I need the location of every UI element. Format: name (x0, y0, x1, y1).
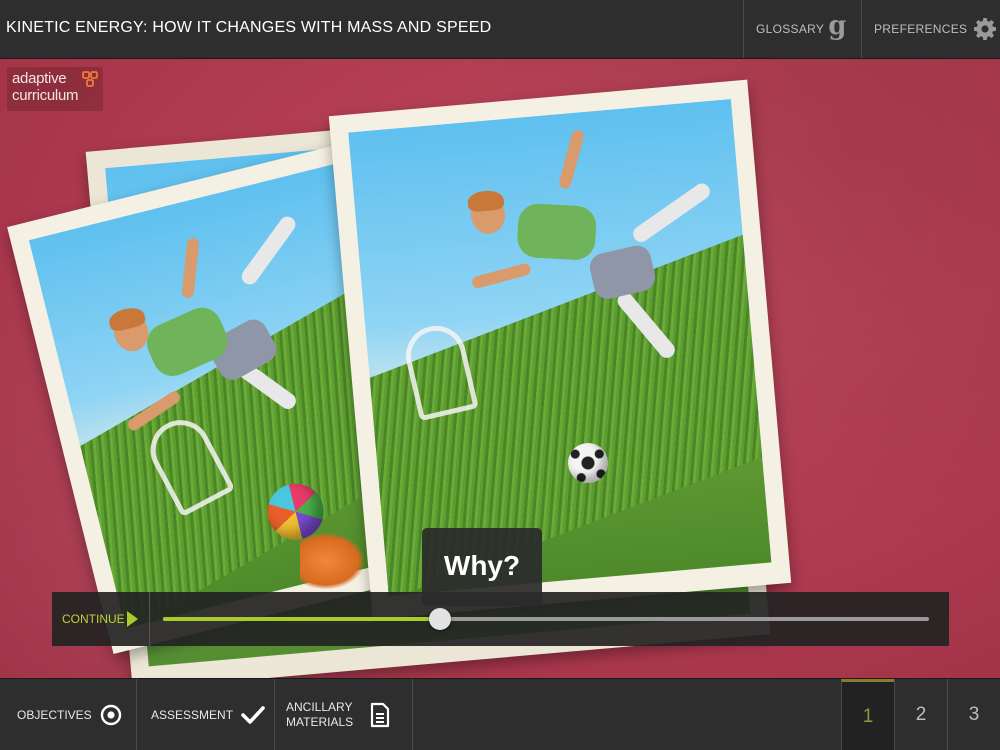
glossary-label: GLOSSARY (756, 22, 825, 36)
page-tab-1[interactable]: 1 (841, 679, 894, 750)
progress-track[interactable] (163, 608, 929, 630)
soccer-ball-scene (348, 99, 772, 596)
adaptive-curriculum-logo: adaptive curriculum (7, 67, 103, 111)
orange-object (300, 533, 364, 589)
page-tab-3[interactable]: 3 (947, 679, 1000, 750)
lesson-stage: adaptive curriculum Why? CONTINUE (0, 59, 1000, 678)
objectives-label: OBJECTIVES (17, 708, 92, 722)
preferences-label: PREFERENCES (874, 22, 968, 36)
progress-fill (163, 617, 441, 621)
progress-thumb[interactable] (429, 608, 452, 630)
continue-label: CONTINUE (62, 612, 125, 626)
page-title: KINETIC ENERGY: HOW IT CHANGES WITH MASS… (6, 19, 492, 36)
bottom-bar: OBJECTIVES ASSESSMENT ANCILLARY MATERIAL… (0, 678, 1000, 750)
grass (350, 227, 772, 596)
ancillary-label-line-2: MATERIALS (286, 715, 354, 729)
preferences-button[interactable]: PREFERENCES (861, 0, 1000, 58)
objectives-button[interactable]: OBJECTIVES (0, 679, 137, 750)
continue-button[interactable]: CONTINUE (52, 592, 150, 646)
logo-mark-icon (82, 71, 98, 87)
why-tooltip[interactable]: Why? (422, 528, 542, 606)
ancillary-materials-button[interactable]: ANCILLARY MATERIALS (275, 679, 413, 750)
assessment-button[interactable]: ASSESSMENT (137, 679, 275, 750)
document-icon (371, 702, 390, 728)
ancillary-label-line-1: ANCILLARY (286, 700, 353, 714)
photo-soccer-ball-kick (328, 79, 792, 620)
glossary-button[interactable]: GLOSSARY g (743, 0, 861, 58)
target-icon (100, 704, 121, 726)
page-tab-2[interactable]: 2 (894, 679, 947, 750)
play-triangle-icon (126, 611, 138, 627)
checkmark-icon (241, 706, 265, 724)
gear-icon (974, 18, 997, 40)
top-bar: KINETIC ENERGY: HOW IT CHANGES WITH MASS… (0, 0, 1000, 59)
ancillary-label: ANCILLARY MATERIALS (286, 700, 353, 730)
g-glyph-icon: g (828, 11, 847, 41)
logo-line-2: curriculum (12, 87, 79, 104)
assessment-label: ASSESSMENT (151, 708, 234, 722)
